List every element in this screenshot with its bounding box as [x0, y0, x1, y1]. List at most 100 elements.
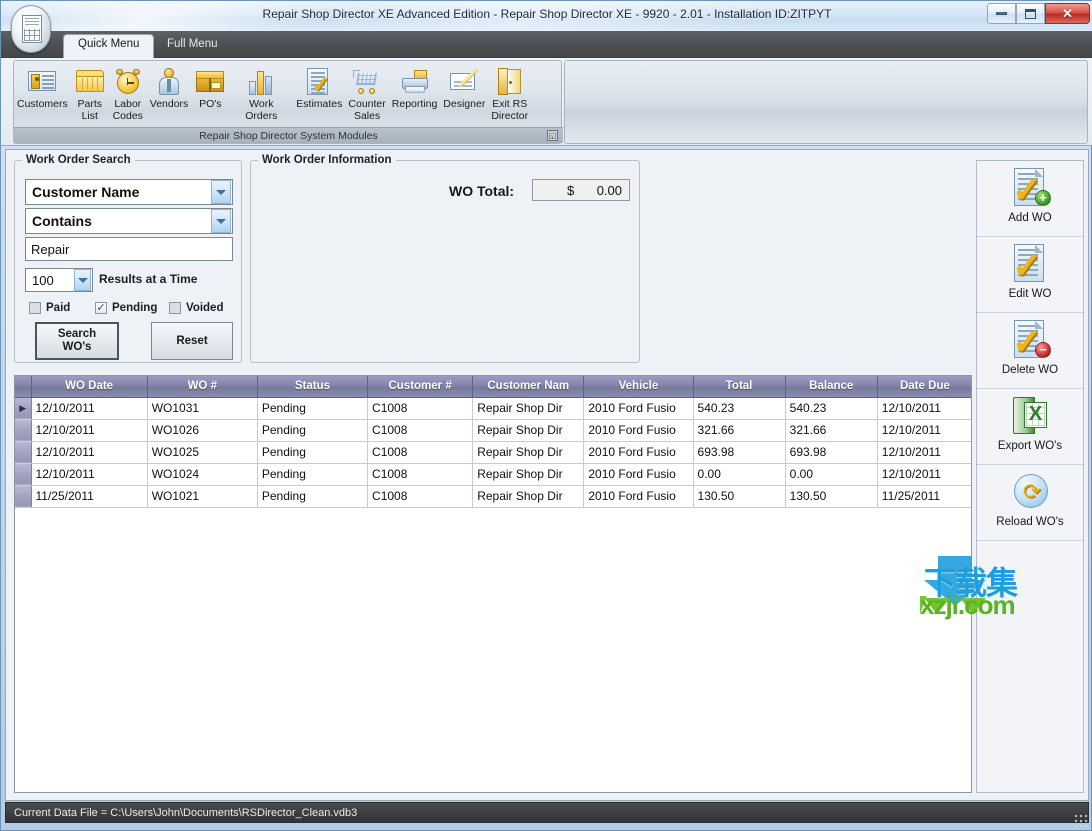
row-selector[interactable]: [15, 441, 31, 463]
table-cell[interactable]: Pending: [257, 463, 367, 485]
table-cell[interactable]: Pending: [257, 419, 367, 441]
column-header-status[interactable]: Status: [257, 376, 367, 397]
table-cell[interactable]: WO1021: [147, 485, 257, 507]
checkbox-pending[interactable]: ✓ Pending: [95, 302, 157, 314]
table-cell[interactable]: Repair Shop Dir: [473, 485, 584, 507]
table-cell[interactable]: WO1024: [147, 463, 257, 485]
table-cell[interactable]: 540.23: [785, 397, 877, 419]
search-term-input[interactable]: [25, 237, 233, 261]
results-count-select[interactable]: 100: [25, 268, 93, 292]
table-cell[interactable]: 11/25/2011: [31, 485, 147, 507]
add-wo-button[interactable]: ✓ + Add WO: [977, 161, 1083, 237]
table-cell[interactable]: 0.00: [693, 463, 785, 485]
close-button[interactable]: ✕: [1045, 3, 1090, 24]
module-button-designer[interactable]: Designer: [440, 62, 488, 128]
table-cell[interactable]: C1008: [368, 463, 473, 485]
module-button-counter-sales[interactable]: Counter Sales: [345, 62, 388, 128]
table-cell[interactable]: Pending: [257, 397, 367, 419]
table-row[interactable]: ▶12/10/2011WO1031PendingC1008Repair Shop…: [15, 397, 972, 419]
row-selector[interactable]: [15, 485, 31, 507]
search-operator-select[interactable]: Contains: [25, 208, 233, 234]
table-cell[interactable]: 321.66: [785, 419, 877, 441]
table-cell[interactable]: 321.66: [693, 419, 785, 441]
table-cell[interactable]: 2010 Ford Fusio: [584, 463, 693, 485]
reset-button[interactable]: Reset: [151, 322, 233, 360]
column-header-vehicle[interactable]: Vehicle: [584, 376, 693, 397]
resize-grip-icon[interactable]: [1074, 814, 1088, 828]
table-cell[interactable]: 540.23: [693, 397, 785, 419]
module-button-reporting[interactable]: Reporting: [389, 62, 441, 128]
table-cell[interactable]: 12/10/2011: [31, 441, 147, 463]
table-cell[interactable]: Repair Shop Dir: [473, 441, 584, 463]
table-cell[interactable]: 0.00: [785, 463, 877, 485]
row-selector-current[interactable]: ▶: [15, 397, 31, 419]
module-button-labor-codes[interactable]: Labor Codes: [109, 62, 147, 128]
search-wos-button[interactable]: Search WO's: [35, 322, 119, 360]
table-cell[interactable]: Repair Shop Dir: [473, 463, 584, 485]
column-header-total[interactable]: Total: [693, 376, 785, 397]
column-header-date-due[interactable]: Date Due: [877, 376, 972, 397]
table-cell[interactable]: 693.98: [785, 441, 877, 463]
table-row[interactable]: 12/10/2011WO1025PendingC1008Repair Shop …: [15, 441, 972, 463]
module-button-parts-list[interactable]: Parts List: [71, 62, 109, 128]
delete-wo-button[interactable]: ✓ − Delete WO: [977, 313, 1083, 389]
maximize-button[interactable]: [1016, 3, 1045, 24]
table-cell[interactable]: 2010 Ford Fusio: [584, 441, 693, 463]
table-cell[interactable]: 130.50: [693, 485, 785, 507]
dialog-launcher-icon[interactable]: ◱: [547, 130, 558, 141]
module-button-pos[interactable]: PO's: [191, 62, 229, 128]
minimize-button[interactable]: [987, 3, 1016, 24]
application-menu-button[interactable]: [11, 5, 51, 53]
work-orders-grid[interactable]: WO Date WO # Status Customer # Customer …: [14, 375, 972, 793]
tab-quick-menu[interactable]: Quick Menu: [63, 34, 154, 58]
table-cell[interactable]: Pending: [257, 441, 367, 463]
reload-wos-button[interactable]: ⟳ Reload WO's: [977, 465, 1083, 541]
module-button-customers[interactable]: Customers: [14, 62, 71, 128]
table-cell[interactable]: C1008: [368, 441, 473, 463]
table-cell[interactable]: 2010 Ford Fusio: [584, 397, 693, 419]
table-cell[interactable]: 693.98: [693, 441, 785, 463]
table-cell[interactable]: 2010 Ford Fusio: [584, 419, 693, 441]
table-cell[interactable]: 12/10/2011: [877, 419, 972, 441]
table-row[interactable]: 11/25/2011WO1021PendingC1008Repair Shop …: [15, 485, 972, 507]
edit-wo-button[interactable]: ✓ Edit WO: [977, 237, 1083, 313]
table-cell[interactable]: WO1026: [147, 419, 257, 441]
table-cell[interactable]: 12/10/2011: [31, 419, 147, 441]
column-header-balance[interactable]: Balance: [785, 376, 877, 397]
table-cell[interactable]: WO1031: [147, 397, 257, 419]
module-button-estimates[interactable]: ✓ Estimates: [293, 62, 345, 128]
table-row[interactable]: 12/10/2011WO1026PendingC1008Repair Shop …: [15, 419, 972, 441]
column-header-wo-date[interactable]: WO Date: [31, 376, 147, 397]
column-header-customer-name[interactable]: Customer Nam: [473, 376, 584, 397]
chevron-down-icon[interactable]: [211, 180, 231, 204]
row-selector[interactable]: [15, 463, 31, 485]
table-cell[interactable]: Pending: [257, 485, 367, 507]
module-button-work-orders[interactable]: Work Orders: [229, 62, 293, 128]
table-cell[interactable]: 130.50: [785, 485, 877, 507]
tab-full-menu[interactable]: Full Menu: [153, 34, 232, 58]
module-button-exit[interactable]: Exit RS Director: [488, 62, 531, 128]
chevron-down-icon[interactable]: [74, 269, 91, 291]
module-button-vendors[interactable]: Vendors: [147, 62, 192, 128]
table-cell[interactable]: 12/10/2011: [31, 463, 147, 485]
search-field-select[interactable]: Customer Name: [25, 179, 233, 205]
table-cell[interactable]: C1008: [368, 485, 473, 507]
table-cell[interactable]: 12/10/2011: [877, 441, 972, 463]
table-cell[interactable]: Repair Shop Dir: [473, 397, 584, 419]
column-header-wo-number[interactable]: WO #: [147, 376, 257, 397]
table-cell[interactable]: C1008: [368, 397, 473, 419]
checkbox-voided[interactable]: Voided: [169, 302, 223, 314]
table-cell[interactable]: 12/10/2011: [31, 397, 147, 419]
checkbox-paid[interactable]: Paid: [29, 302, 70, 314]
table-cell[interactable]: WO1025: [147, 441, 257, 463]
table-cell[interactable]: C1008: [368, 419, 473, 441]
table-cell[interactable]: 12/10/2011: [877, 397, 972, 419]
row-selector[interactable]: [15, 419, 31, 441]
chevron-down-icon[interactable]: [211, 209, 231, 233]
table-cell[interactable]: Repair Shop Dir: [473, 419, 584, 441]
table-cell[interactable]: 11/25/2011: [877, 485, 972, 507]
table-cell[interactable]: 12/10/2011: [877, 463, 972, 485]
title-bar[interactable]: Repair Shop Director XE Advanced Edition…: [1, 1, 1092, 31]
table-cell[interactable]: 2010 Ford Fusio: [584, 485, 693, 507]
table-row[interactable]: 12/10/2011WO1024PendingC1008Repair Shop …: [15, 463, 972, 485]
